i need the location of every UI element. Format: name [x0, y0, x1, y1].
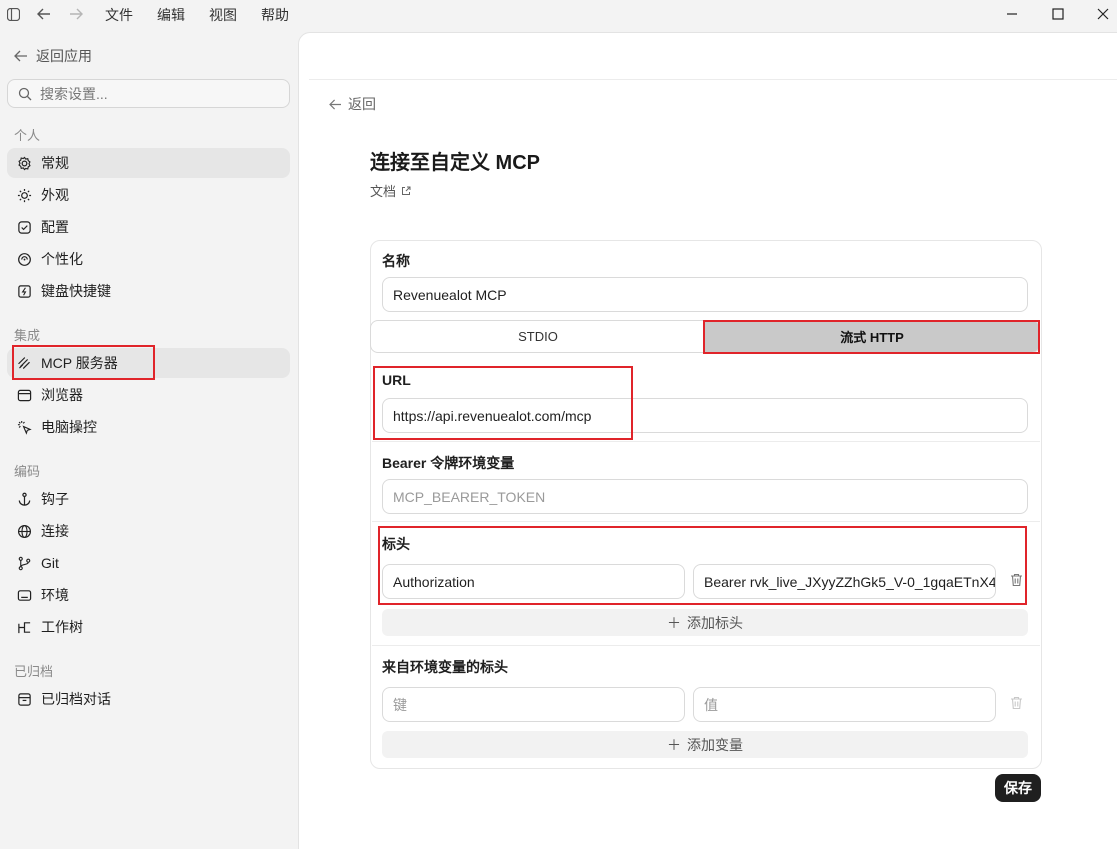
sidebar-item-label: 环境: [41, 587, 69, 603]
sidebar-item-worktree[interactable]: 工作树: [7, 612, 290, 642]
trash-icon[interactable]: [1008, 695, 1024, 711]
settings-search[interactable]: [7, 79, 290, 108]
sidebar-item-label: 外观: [41, 187, 69, 203]
sidebar-item-personalization[interactable]: 个性化: [7, 244, 290, 274]
sidebar-item-label: MCP 服务器: [41, 355, 118, 371]
sidebar-item-label: 电脑操控: [41, 419, 97, 435]
anchor-icon: [16, 491, 32, 507]
sidebar-item-label: 常规: [41, 155, 69, 171]
page-title: 连接至自定义 MCP: [370, 152, 540, 174]
globe-icon: [16, 523, 32, 539]
sidebar-item-hooks[interactable]: 钩子: [7, 484, 290, 514]
sidebar-item-label: 个性化: [41, 251, 83, 267]
add-variable-button[interactable]: ＋ 添加变量: [382, 731, 1028, 758]
bearer-token-field[interactable]: MCP_BEARER_TOKEN: [382, 479, 1028, 514]
cursor-click-icon: [16, 419, 32, 435]
sidebar-item-config[interactable]: 配置: [7, 212, 290, 242]
back-to-app-link[interactable]: 返回应用: [14, 46, 92, 66]
back-label: 返回: [348, 96, 376, 112]
gear-icon: [16, 155, 32, 171]
sidebar-item-connections[interactable]: 连接: [7, 516, 290, 546]
sidebar-toggle-icon[interactable]: [4, 5, 22, 23]
arrow-left-icon: [14, 50, 27, 62]
search-input[interactable]: [40, 85, 270, 102]
minimize-icon[interactable]: [1002, 4, 1022, 24]
config-icon: [16, 219, 32, 235]
sidebar-item-appearance[interactable]: 外观: [7, 180, 290, 210]
sidebar-item-computer-control[interactable]: 电脑操控: [7, 412, 290, 442]
divider: [372, 521, 1040, 522]
settings-sidebar: 返回应用 个人 常规 外观 配置 个性化 键盘快捷键 集成 MCP 服务器 浏览…: [0, 28, 298, 849]
env-key-field[interactable]: 键: [382, 687, 685, 722]
divider: [372, 645, 1040, 646]
sidebar-item-browser[interactable]: 浏览器: [7, 380, 290, 410]
search-icon: [18, 87, 32, 100]
menu-file[interactable]: 文件: [105, 5, 133, 25]
plus-icon: ＋: [667, 614, 681, 631]
sidebar-item-label: 浏览器: [41, 387, 83, 403]
archive-icon: [16, 691, 32, 707]
section-archived: 已归档: [14, 664, 54, 679]
menu-edit[interactable]: 编辑: [157, 5, 185, 25]
name-label: 名称: [382, 253, 410, 269]
section-coding: 编码: [14, 464, 41, 479]
close-icon[interactable]: [1093, 4, 1113, 24]
add-variable-label: 添加变量: [687, 736, 743, 753]
url-label: URL: [382, 372, 411, 388]
sun-icon: [16, 187, 32, 203]
environment-icon: [16, 587, 32, 603]
section-integration: 集成: [14, 328, 41, 343]
section-personal: 个人: [14, 128, 41, 143]
add-header-button[interactable]: ＋ 添加标头: [382, 609, 1028, 636]
keyboard-icon: [16, 283, 32, 299]
back-link[interactable]: 返回: [329, 94, 376, 114]
nav-forward-icon[interactable]: [67, 5, 85, 23]
sidebar-item-label: 工作树: [41, 619, 83, 635]
docs-link[interactable]: 文档: [370, 181, 411, 200]
sidebar-item-label: Git: [41, 555, 59, 571]
menu-view[interactable]: 视图: [209, 5, 237, 25]
title-bar: 文件 编辑 视图 帮助: [0, 0, 1117, 28]
sidebar-item-general[interactable]: 常规: [7, 148, 290, 178]
sidebar-item-git[interactable]: Git: [7, 548, 290, 578]
divider: [372, 441, 1040, 442]
bearer-label: Bearer 令牌环境变量: [382, 455, 515, 471]
save-button[interactable]: 保存: [995, 774, 1041, 802]
git-branch-icon: [16, 555, 32, 571]
headers-label: 标头: [382, 536, 410, 552]
sidebar-item-archived-chats[interactable]: 已归档对话: [7, 684, 290, 714]
sidebar-item-shortcuts[interactable]: 键盘快捷键: [7, 276, 290, 306]
mcp-icon: [16, 355, 32, 371]
back-to-app-label: 返回应用: [36, 48, 92, 64]
header-value-field[interactable]: Bearer rvk_live_JXyyZZhGk5_V-0_1gqaETnX4…: [693, 564, 996, 599]
sidebar-item-label: 键盘快捷键: [41, 283, 111, 299]
plus-icon: ＋: [667, 736, 681, 753]
name-field[interactable]: Revenuealot MCP: [382, 277, 1028, 312]
sidebar-item-label: 钩子: [41, 491, 69, 507]
external-link-icon: [402, 186, 411, 195]
maximize-icon[interactable]: [1048, 4, 1068, 24]
arrow-left-icon: [329, 98, 341, 110]
sidebar-item-environment[interactable]: 环境: [7, 580, 290, 610]
sidebar-item-label: 连接: [41, 523, 69, 539]
add-header-label: 添加标头: [687, 614, 743, 631]
transport-toggle: STDIO 流式 HTTP: [370, 320, 1040, 353]
tab-stdio[interactable]: STDIO: [371, 321, 705, 352]
trash-icon[interactable]: [1008, 572, 1024, 588]
personalization-icon: [16, 251, 32, 267]
url-field[interactable]: https://api.revenuealot.com/mcp: [382, 398, 1028, 433]
env-headers-label: 来自环境变量的标头: [382, 659, 508, 675]
tab-streamable-http[interactable]: 流式 HTTP: [705, 321, 1039, 352]
nav-back-icon[interactable]: [35, 5, 53, 23]
env-value-field[interactable]: 值: [693, 687, 996, 722]
docs-label: 文档: [370, 184, 397, 199]
worktree-icon: [16, 619, 32, 635]
header-divider: [309, 79, 1117, 80]
menu-help[interactable]: 帮助: [261, 5, 289, 25]
sidebar-item-label: 已归档对话: [41, 691, 111, 707]
sidebar-item-label: 配置: [41, 219, 69, 235]
browser-icon: [16, 387, 32, 403]
sidebar-item-mcp[interactable]: MCP 服务器: [7, 348, 290, 378]
header-key-field[interactable]: Authorization: [382, 564, 685, 599]
